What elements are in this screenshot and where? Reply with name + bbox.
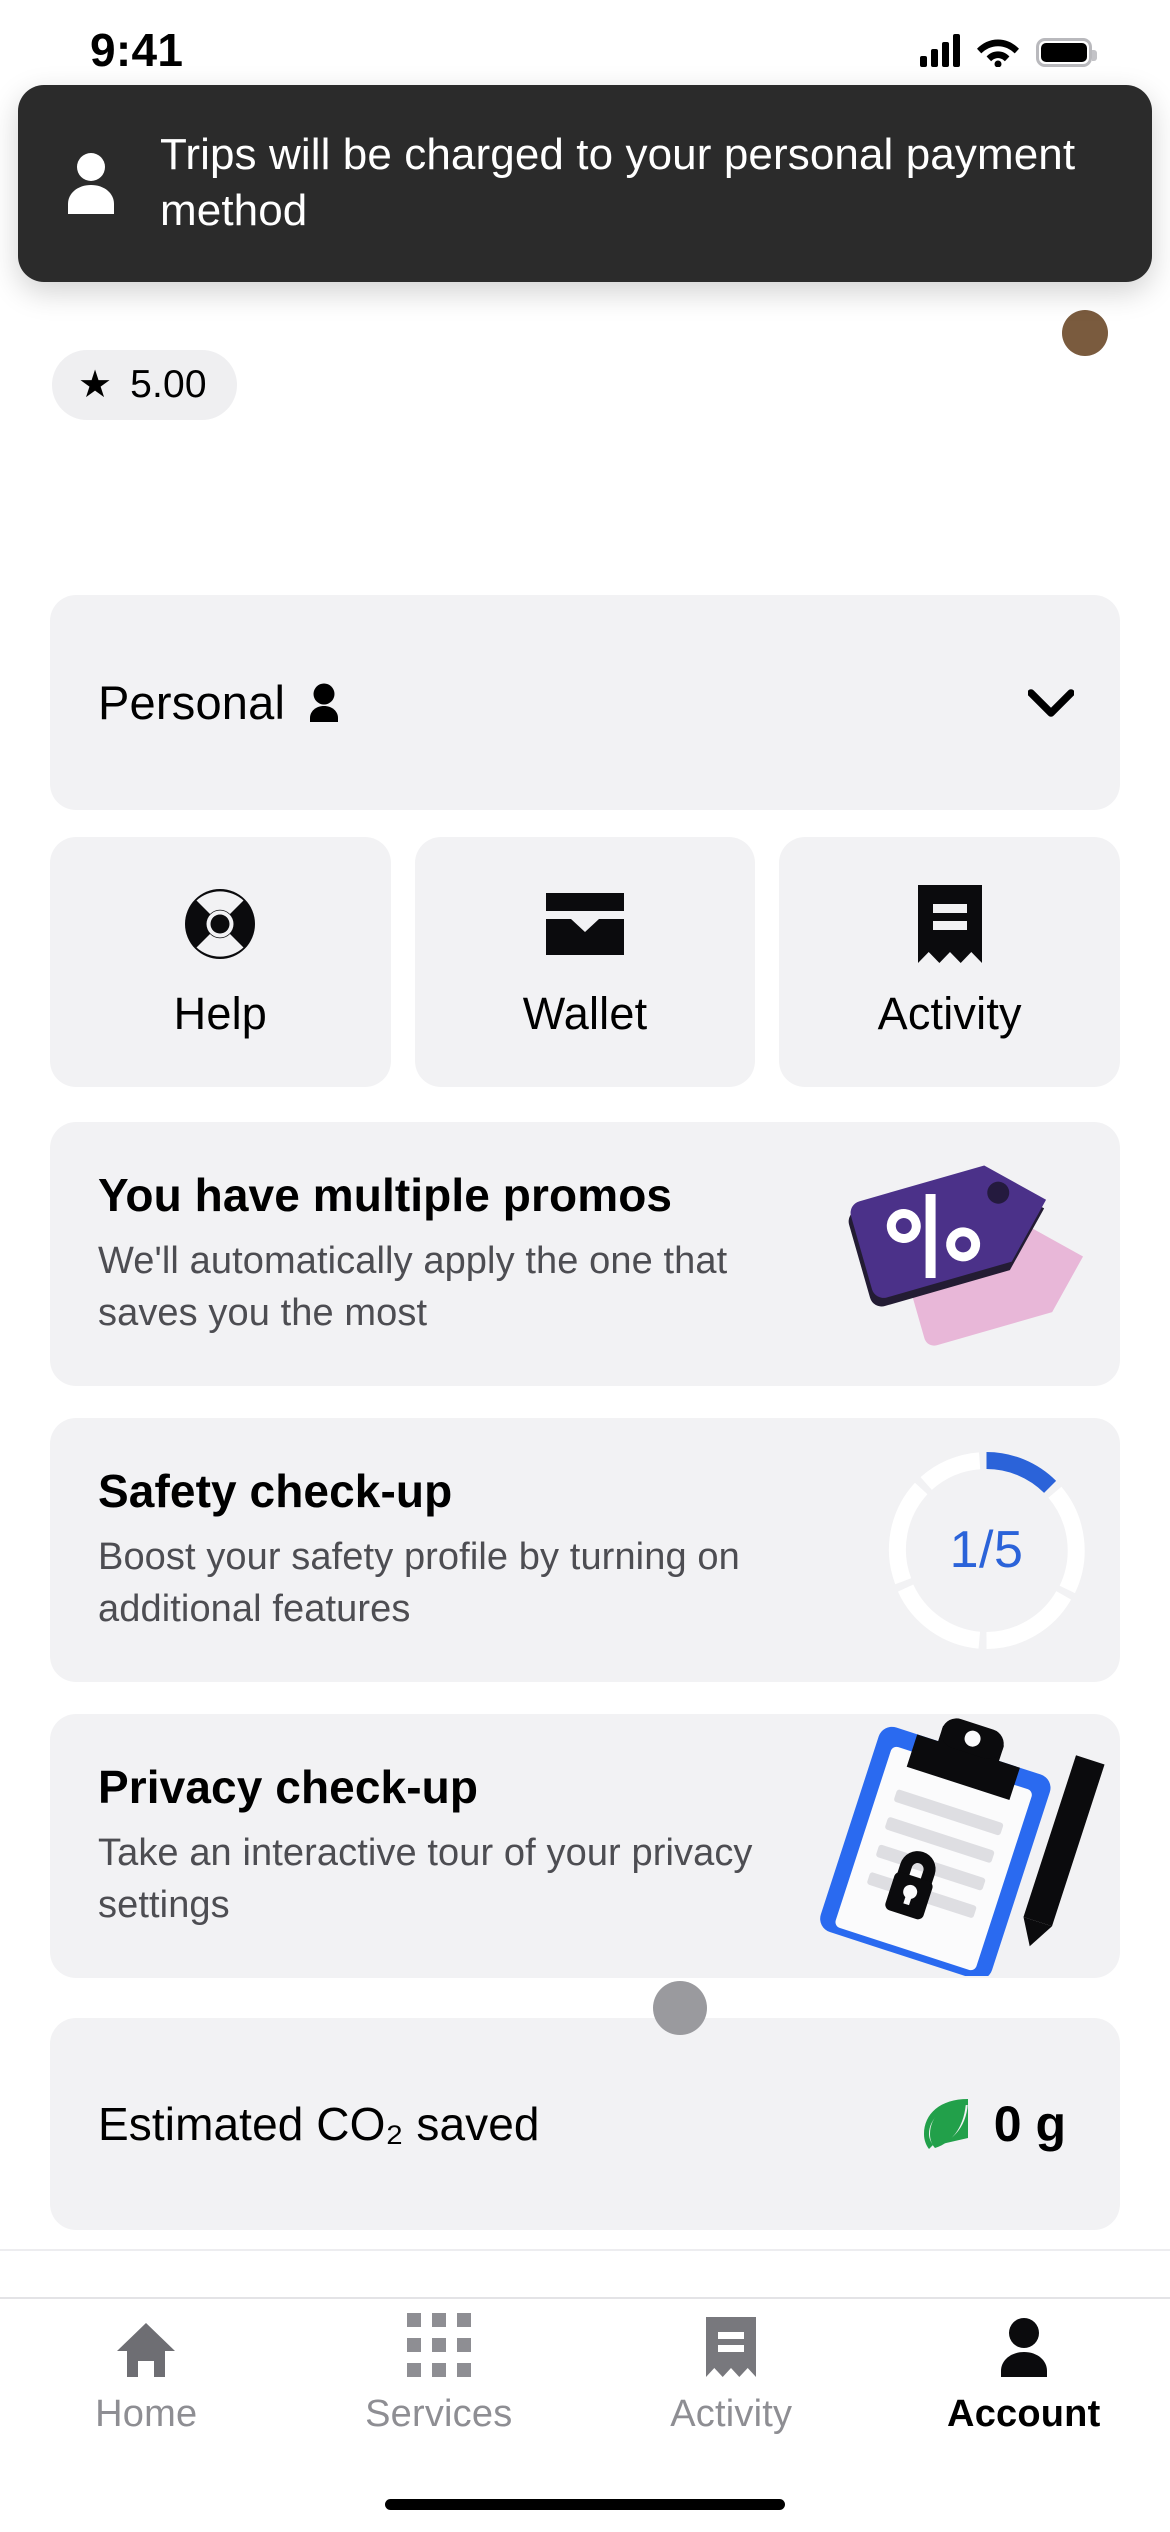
quick-action-activity[interactable]: Activity [779, 837, 1121, 1087]
nav-divider-top [0, 2249, 1170, 2251]
price-tags-illustration [820, 1122, 1120, 1386]
nav-item-activity[interactable]: Activity [585, 2315, 878, 2436]
safety-checkup-card[interactable]: Safety check-up Boost your safety profil… [50, 1418, 1120, 1682]
promos-subtitle: We'll automatically apply the one that s… [98, 1240, 728, 1334]
avatar[interactable] [1062, 310, 1108, 356]
quick-action-wallet[interactable]: Wallet [414, 837, 756, 1087]
co2-saved-card[interactable]: Estimated CO₂ saved 0 g [50, 2018, 1120, 2230]
quick-action-help-label: Help [173, 988, 268, 1039]
home-icon [115, 2315, 177, 2377]
status-bar-icons [920, 33, 1097, 67]
safety-progress-text: 1/5 [949, 1521, 1024, 1579]
account-switcher-left: Personal [98, 675, 341, 730]
co2-value: 0 g [993, 2096, 1066, 2152]
person-icon [996, 2315, 1052, 2377]
account-switcher[interactable]: Personal [50, 595, 1120, 810]
cellular-signal-icon [920, 33, 960, 67]
co2-value-group: 0 g [918, 2095, 1066, 2153]
nav-item-home-label: Home [95, 2393, 198, 2435]
account-page: ★ 5.00 Personal Help Wallet Activity You… [0, 100, 1170, 2345]
privacy-text: Privacy check-up Take an interactive tou… [50, 1760, 790, 1931]
quick-action-activity-label: Activity [877, 988, 1022, 1039]
rating-badge[interactable]: ★ 5.00 [52, 350, 237, 420]
chevron-down-icon[interactable] [1028, 688, 1074, 717]
quick-action-wallet-label: Wallet [522, 988, 648, 1039]
safety-text: Safety check-up Boost your safety profil… [50, 1464, 879, 1635]
wallet-icon [546, 884, 624, 964]
touch-indicator [653, 1981, 707, 2035]
leaf-icon [923, 2099, 968, 2149]
star-icon: ★ [78, 364, 113, 406]
nav-item-account[interactable]: Account [878, 2315, 1170, 2436]
safety-progress-ring: 1/5 [879, 1443, 1094, 1658]
battery-icon [1036, 37, 1097, 67]
privacy-title: Privacy check-up [98, 1761, 479, 1814]
receipt-icon [917, 884, 982, 964]
nav-item-account-label: Account [947, 2393, 1101, 2435]
safety-subtitle: Boost your safety profile by turning on … [98, 1536, 740, 1630]
privacy-checkup-card[interactable]: Privacy check-up Take an interactive tou… [50, 1714, 1120, 1978]
toast-notification[interactable]: Trips will be charged to your personal p… [18, 85, 1152, 282]
person-icon [60, 150, 122, 216]
nav-item-home[interactable]: Home [0, 2315, 293, 2436]
grid-icon [406, 2313, 471, 2377]
home-indicator[interactable] [385, 2499, 785, 2510]
nav-item-activity-label: Activity [670, 2393, 793, 2435]
nav-item-services-label: Services [365, 2393, 513, 2435]
receipt-icon [706, 2315, 757, 2377]
bottom-navigation: Home Services Activity Account [0, 2249, 1170, 2532]
clipboard-lock-pen-illustration [790, 1714, 1120, 1978]
lifebuoy-icon [183, 884, 257, 964]
wifi-icon [977, 39, 1019, 67]
promos-title: You have multiple promos [98, 1169, 673, 1222]
promos-text: You have multiple promos We'll automatic… [50, 1168, 820, 1339]
nav-divider [0, 2297, 1170, 2299]
status-bar-time: 9:41 [90, 24, 184, 76]
co2-label: Estimated CO₂ saved [98, 2098, 540, 2150]
account-switcher-label: Personal [98, 676, 286, 729]
safety-title: Safety check-up [98, 1465, 453, 1518]
promos-card[interactable]: You have multiple promos We'll automatic… [50, 1122, 1120, 1386]
person-icon [310, 683, 339, 722]
nav-item-services[interactable]: Services [293, 2313, 586, 2436]
quick-actions-row: Help Wallet Activity [50, 837, 1121, 1087]
privacy-subtitle: Take an interactive tour of your privacy… [98, 1832, 753, 1926]
rating-value: 5.00 [130, 363, 207, 406]
toast-message: Trips will be charged to your personal p… [160, 130, 1076, 236]
quick-action-help[interactable]: Help [50, 837, 391, 1087]
